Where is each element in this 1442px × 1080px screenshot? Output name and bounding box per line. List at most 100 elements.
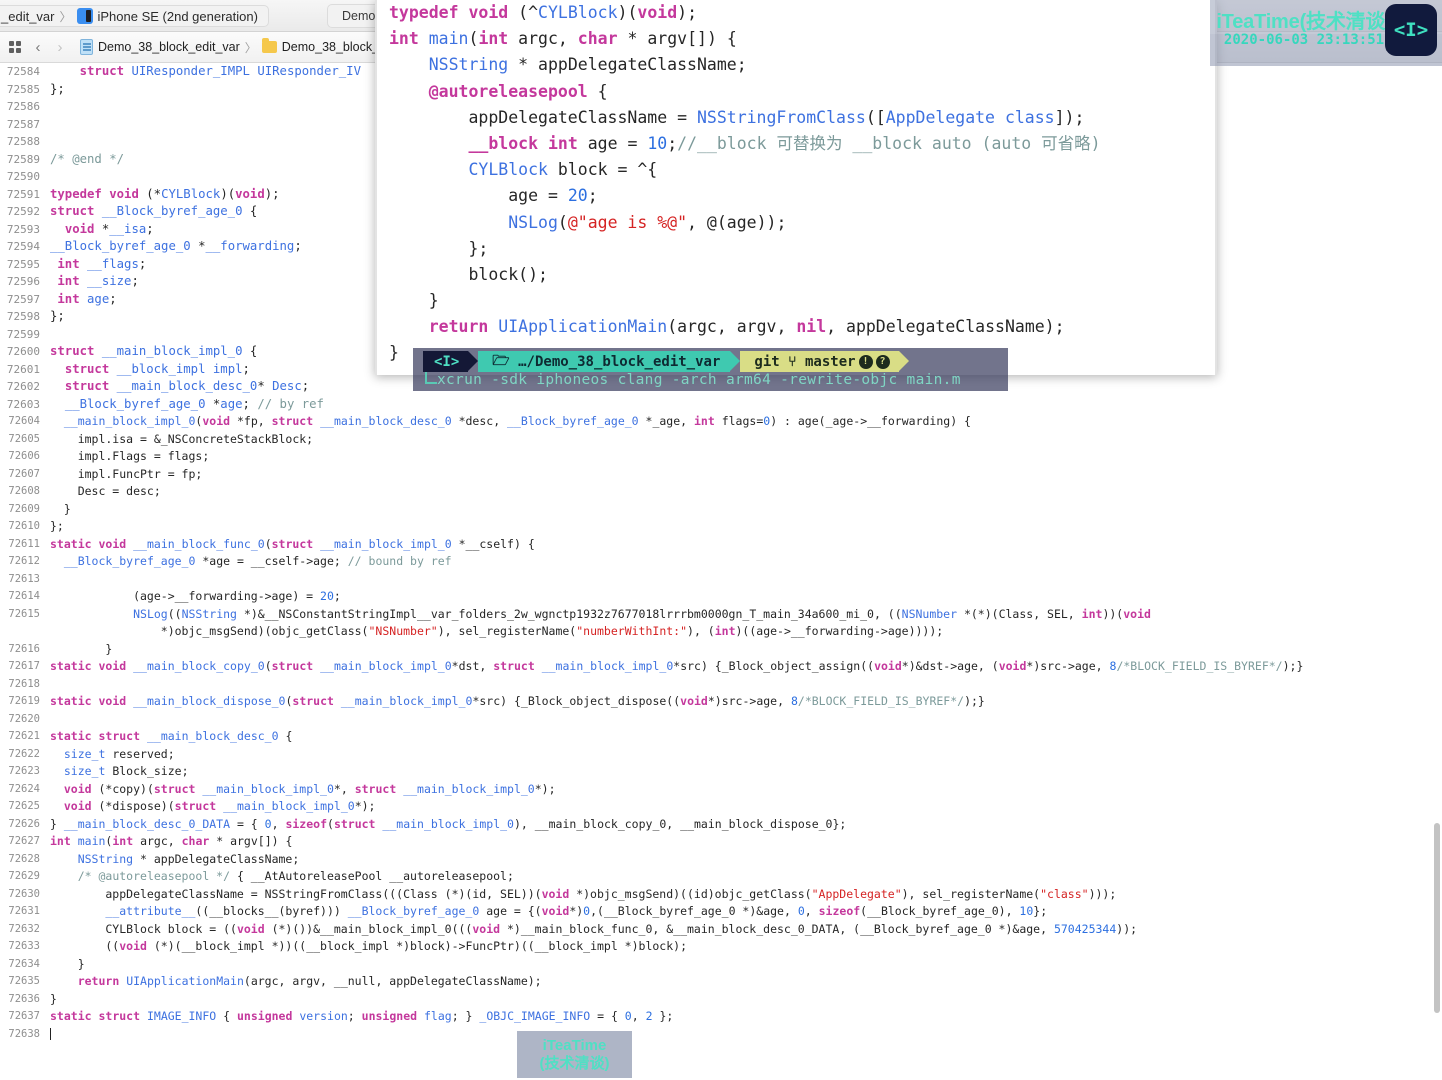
code-token: (^ bbox=[508, 3, 539, 22]
code-token: ]); bbox=[1054, 107, 1085, 127]
code-text: return UIApplicationMain(argc, argv, __n… bbox=[50, 973, 542, 991]
code-token: main bbox=[77, 834, 106, 848]
code-token: , appDelegateClassName); bbox=[826, 317, 1065, 337]
code-token: int bbox=[50, 834, 71, 848]
code-token: *)&dst->age, ( bbox=[901, 659, 999, 673]
code-text: struct __block_impl impl; bbox=[50, 361, 250, 379]
line-number: 72635 bbox=[8, 975, 40, 987]
code-token: int bbox=[547, 133, 578, 153]
code-token: { bbox=[216, 1009, 237, 1023]
prompt-git-segment: git ⑂ master ! ? bbox=[740, 351, 899, 372]
code-token: *)src->age, bbox=[707, 694, 791, 708]
git-question-badge: ? bbox=[875, 354, 890, 369]
code-text: int __flags; bbox=[50, 256, 146, 274]
code-token: block(); bbox=[389, 264, 548, 284]
code-token: void bbox=[637, 3, 678, 22]
go-forward-button[interactable]: › bbox=[50, 39, 70, 56]
code-token: int bbox=[694, 414, 715, 428]
code-token: /* @autoreleasepool */ bbox=[77, 869, 231, 883]
code-token: /*BLOCK_FIELD_IS_BYREF*/ bbox=[1116, 659, 1283, 673]
code-token: static bbox=[50, 536, 92, 551]
code-token: * bbox=[94, 221, 110, 236]
code-token: age = bbox=[389, 186, 568, 206]
code-token: void bbox=[680, 694, 708, 708]
code-token: ), __main_block_copy_0, __main_block_dis… bbox=[513, 816, 847, 831]
code-token: ; bbox=[333, 589, 341, 603]
terminal-command-line[interactable]: xcrun -sdk iphoneos clang -arch arm64 -r… bbox=[437, 372, 961, 388]
code-token: (__Block_byref_age_0), bbox=[860, 904, 1020, 918]
code-token: @"age is %@" bbox=[567, 212, 688, 232]
code-token: *); bbox=[354, 799, 376, 813]
code-token: } bbox=[50, 641, 113, 656]
code-token: typedef bbox=[50, 186, 102, 201]
code-token: size_t bbox=[63, 764, 106, 778]
go-back-button[interactable]: ‹ bbox=[28, 39, 48, 56]
code-token: appDelegateClassName = NSStringFromClass… bbox=[50, 886, 542, 901]
code-token: char bbox=[577, 29, 618, 49]
overlay-code-line: block(); bbox=[389, 262, 1101, 288]
code-token: size_t bbox=[63, 746, 106, 761]
related-items-icon[interactable] bbox=[4, 36, 26, 58]
overlay-code-line: NSLog(@"age is %@", @(age)); bbox=[389, 210, 1101, 236]
folder-icon bbox=[261, 38, 277, 53]
line-number: 72619 bbox=[8, 695, 40, 707]
code-token: *)objc_msgSend)(objc_getClass( bbox=[50, 624, 369, 638]
code-token: * bbox=[257, 379, 273, 393]
code-token: * argv[]) { bbox=[617, 29, 737, 49]
code-token: *age = __cself->age; bbox=[195, 554, 348, 568]
prompt-path-segment: 🗁 …/Demo_38_block_edit_var bbox=[478, 351, 731, 372]
scheme-destination-selector[interactable]: _edit_var 〉 iPhone SE (2nd generation) bbox=[0, 5, 269, 27]
code-text: static struct __main_block_desc_0 { bbox=[50, 728, 292, 746]
line-number: 72616 bbox=[8, 642, 40, 655]
line-number: 72591 bbox=[6, 187, 40, 201]
code-token: *); bbox=[534, 781, 556, 796]
code-token: = { bbox=[590, 1009, 625, 1023]
terminal-overlay[interactable]: <I> 🗁 …/Demo_38_block_edit_var git ⑂ mas… bbox=[413, 348, 1008, 391]
code-token: void bbox=[874, 659, 902, 673]
code-token: struct bbox=[354, 781, 397, 796]
code-token: }; bbox=[50, 309, 65, 323]
code-text: /* @end */ bbox=[50, 151, 124, 169]
code-token: void bbox=[541, 886, 570, 901]
scrollbar-thumb[interactable] bbox=[1434, 823, 1440, 1013]
code-token: ; bbox=[131, 274, 139, 288]
code-token: reserved; bbox=[105, 746, 175, 761]
line-number: 72602 bbox=[6, 380, 40, 393]
line-number: 72622 bbox=[8, 747, 40, 760]
line-number: 72638 bbox=[8, 1027, 40, 1040]
code-token: 0 bbox=[797, 904, 805, 918]
line-number: 72600 bbox=[6, 345, 40, 358]
code-token: *dst, bbox=[451, 659, 494, 673]
code-token: sizeof bbox=[285, 816, 327, 831]
code-text: impl.Flags = flags; bbox=[50, 448, 210, 466]
code-token: __main_block_impl_0 bbox=[541, 659, 674, 673]
code-token: *) bbox=[569, 904, 584, 918]
code-token: (argc, argv, bbox=[667, 317, 797, 337]
terminal-prompt: <I> 🗁 …/Demo_38_block_edit_var git ⑂ mas… bbox=[423, 351, 909, 372]
overlay-code-line: } bbox=[389, 288, 1101, 314]
code-token: static bbox=[50, 659, 92, 673]
code-text: ((void (*)(__block_impl *))((__block_imp… bbox=[50, 938, 687, 956]
code-token: flag bbox=[423, 1009, 452, 1023]
vertical-scrollbar[interactable] bbox=[1432, 63, 1442, 1080]
watermark-bottom-line1: iTeaTime bbox=[542, 1037, 607, 1055]
code-token: ; bbox=[109, 291, 117, 306]
line-number: 72618 bbox=[8, 677, 40, 690]
overlay-code-lines: typedef void (^CYLBlock)(void); int main(… bbox=[389, 0, 1101, 367]
code-token: Desc = desc; bbox=[50, 484, 161, 498]
code-token: argc, bbox=[133, 834, 182, 848]
code-token: 20 bbox=[567, 186, 588, 206]
code-token: __main_block_desc_0 bbox=[320, 414, 452, 428]
code-text: __Block_byref_age_0 *age = __cself->age;… bbox=[50, 553, 452, 571]
watermark-bottom-line2: (技术清谈) bbox=[539, 1054, 610, 1072]
breadcrumb-item-project[interactable]: Demo_38_block_edit_var bbox=[80, 39, 240, 55]
code-text: struct __main_block_impl_0 { bbox=[50, 343, 257, 361]
code-token: sizeof bbox=[818, 904, 861, 918]
